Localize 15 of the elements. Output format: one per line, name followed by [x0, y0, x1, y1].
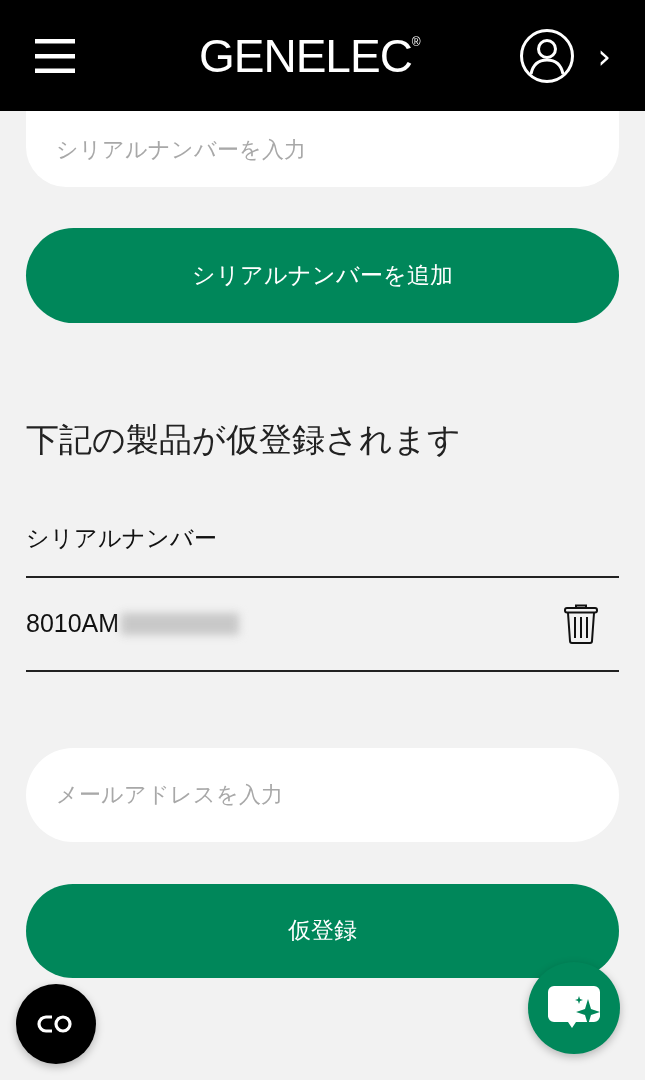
chat-sparkle-icon	[548, 986, 600, 1030]
serial-number: 8010AM	[26, 609, 120, 639]
add-serial-button[interactable]: シリアルナンバーを追加	[26, 228, 619, 323]
brand-logo[interactable]: GENELEC$^{®}$	[199, 28, 520, 83]
toggle-fab[interactable]	[16, 984, 96, 1064]
serial-input-field[interactable]: シリアルナンバーを入力	[26, 111, 619, 187]
column-header: シリアルナンバー	[26, 522, 619, 578]
email-input-field[interactable]: メールアドレスを入力	[26, 747, 619, 842]
section-heading: 下記の製品が仮登録されます	[26, 420, 462, 460]
account-icon[interactable]	[519, 27, 576, 84]
menu-icon[interactable]	[35, 38, 75, 73]
chevron-link[interactable]: ›	[597, 38, 611, 73]
trash-icon[interactable]	[563, 603, 599, 644]
register-button[interactable]: 仮登録	[26, 883, 619, 978]
chat-fab[interactable]	[528, 962, 620, 1054]
